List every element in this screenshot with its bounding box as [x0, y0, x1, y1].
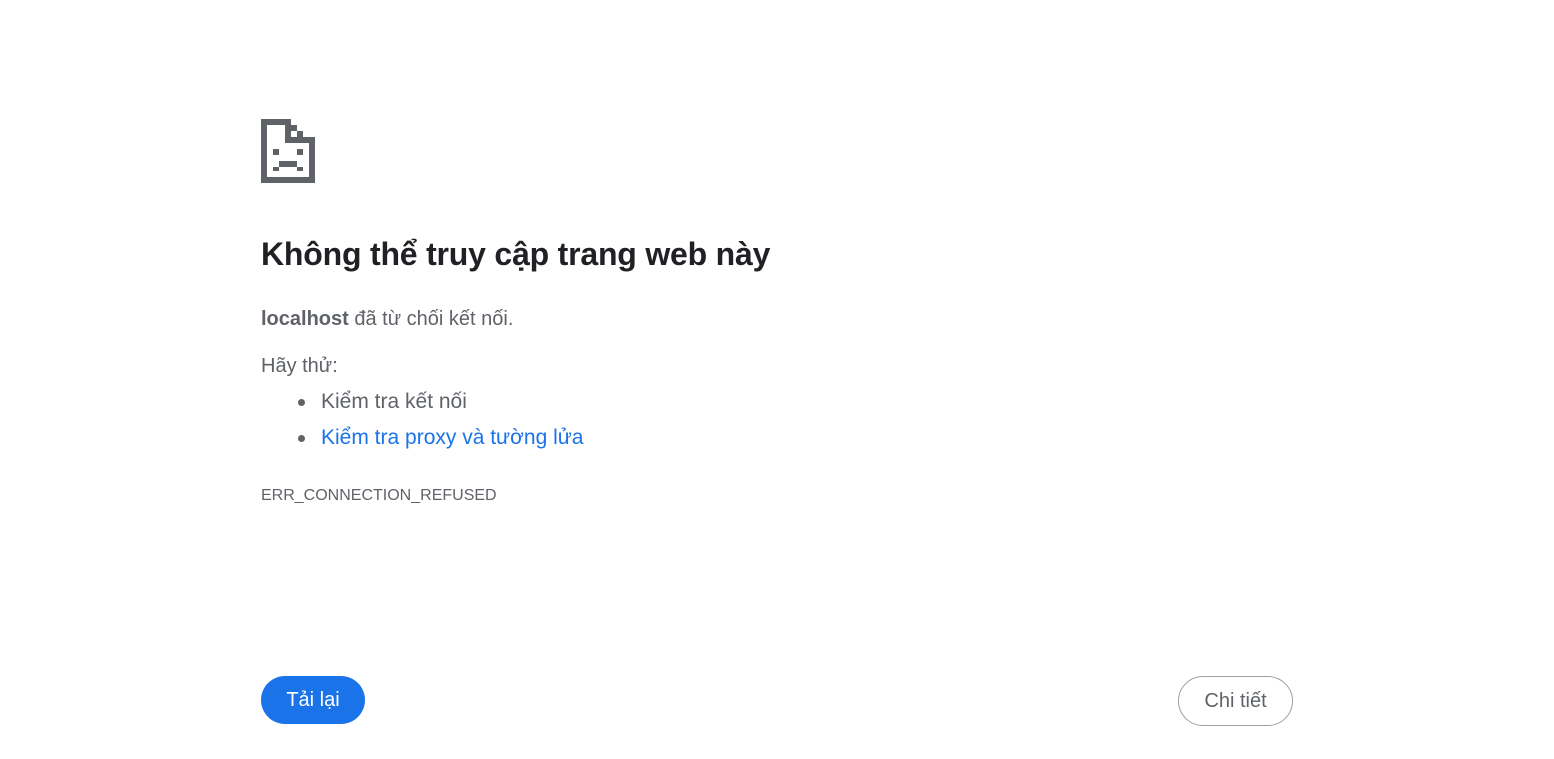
suggestion-text: Kiểm tra kết nối	[321, 390, 467, 413]
sad-page-icon	[261, 119, 315, 183]
error-code: ERR_CONNECTION_REFUSED	[261, 487, 497, 504]
reload-button[interactable]: Tải lại	[261, 676, 365, 724]
page-title: Không thể truy cập trang web này	[261, 236, 771, 272]
proxy-firewall-link[interactable]: Kiểm tra proxy và tường lửa	[321, 426, 583, 449]
try-label: Hãy thử:	[261, 355, 338, 377]
error-message: đã từ chối kết nối.	[348, 308, 514, 330]
suggestion-check-connection: Kiểm tra kết nối	[261, 386, 583, 422]
suggestion-list: Kiểm tra kết nối Kiểm tra proxy và tường…	[261, 386, 583, 458]
host-name: localhost	[261, 308, 349, 330]
details-button[interactable]: Chi tiết	[1178, 676, 1293, 726]
error-page: Không thể truy cập trang web này localho…	[0, 0, 1554, 759]
suggestion-check-proxy-firewall: Kiểm tra proxy và tường lửa	[261, 422, 583, 458]
bullet-icon	[298, 399, 305, 406]
bullet-icon	[298, 435, 305, 442]
error-summary: localhost đã từ chối kết nối.	[261, 308, 513, 331]
